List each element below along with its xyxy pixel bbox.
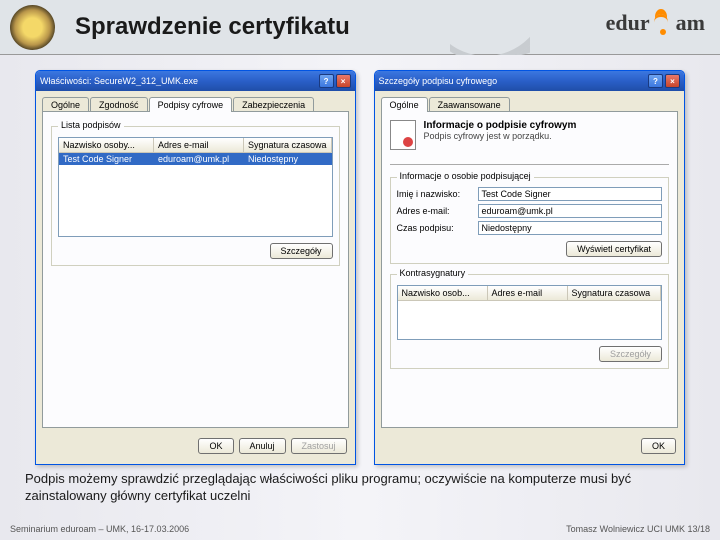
email-value: eduroam@umk.pl xyxy=(478,204,662,218)
help-button[interactable]: ? xyxy=(319,74,334,88)
slide-title: Sprawdzenie certyfikatu xyxy=(75,13,350,41)
file-properties-dialog: Właściwości: SecureW2_312_UMK.exe ? × Og… xyxy=(35,70,356,465)
time-value: Niedostępny xyxy=(478,221,662,235)
email-label: Adres e-mail: xyxy=(397,206,472,216)
column-header[interactable]: Nazwisko osob... xyxy=(398,286,488,300)
ok-button[interactable]: OK xyxy=(641,438,676,454)
tab-strip: Ogólne Zgodność Podpisy cyfrowe Zabezpie… xyxy=(42,97,349,112)
tab-general[interactable]: Ogólne xyxy=(381,97,428,112)
column-header[interactable]: Adres e-mail xyxy=(154,138,244,152)
details-button[interactable]: Szczegóły xyxy=(270,243,333,259)
certificate-icon xyxy=(390,120,416,150)
cancel-button[interactable]: Anuluj xyxy=(239,438,286,454)
signature-list-group: Lista podpisów Nazwisko osoby... Adres e… xyxy=(51,126,340,266)
decorative-arcs xyxy=(450,0,530,55)
tab-security[interactable]: Zabezpieczenia xyxy=(233,97,314,112)
slide-header: Sprawdzenie certyfikatu eduram xyxy=(0,0,720,55)
signature-details-dialog: Szczegóły podpisu cyfrowego ? × Ogólne Z… xyxy=(374,70,685,465)
info-title: Informacje o podpisie cyfrowym xyxy=(424,120,669,131)
info-subtitle: Podpis cyfrowy jest w porządku. xyxy=(424,131,669,141)
close-button[interactable]: × xyxy=(665,74,680,88)
university-logo-icon xyxy=(10,5,55,50)
time-label: Czas podpisu: xyxy=(397,223,472,233)
help-button[interactable]: ? xyxy=(648,74,663,88)
group-label: Lista podpisów xyxy=(58,120,124,130)
column-header[interactable]: Nazwisko osoby... xyxy=(59,138,154,152)
footer-right: Tomasz Wolniewicz UCI UMK 13/18 xyxy=(566,524,710,534)
window-title: Właściwości: SecureW2_312_UMK.exe xyxy=(40,76,319,86)
tab-compat[interactable]: Zgodność xyxy=(90,97,148,112)
signer-info-group: Informacje o osobie podpisującej Imię i … xyxy=(390,177,669,264)
window-title: Szczegóły podpisu cyfrowego xyxy=(379,76,648,86)
tab-signatures[interactable]: Podpisy cyfrowe xyxy=(149,97,233,112)
countersign-listview[interactable]: Nazwisko osob... Adres e-mail Sygnatura … xyxy=(397,285,662,340)
ok-button[interactable]: OK xyxy=(198,438,233,454)
signature-info-header: Informacje o podpisie cyfrowym Podpis cy… xyxy=(390,120,669,150)
name-value: Test Code Signer xyxy=(478,187,662,201)
counter-details-button[interactable]: Szczegóły xyxy=(599,346,662,362)
countersignatures-group: Kontrasygnatury Nazwisko osob... Adres e… xyxy=(390,274,669,369)
group-label: Kontrasygnatury xyxy=(397,268,469,278)
slide-footer: Seminarium eduroam – UMK, 16-17.03.2006 … xyxy=(10,524,710,534)
footer-left: Seminarium eduroam – UMK, 16-17.03.2006 xyxy=(10,524,189,534)
name-label: Imię i nazwisko: xyxy=(397,189,472,199)
eduroam-logo: eduram xyxy=(606,10,705,37)
titlebar: Właściwości: SecureW2_312_UMK.exe ? × xyxy=(36,71,355,91)
column-header[interactable]: Sygnatura czasowa xyxy=(568,286,661,300)
close-button[interactable]: × xyxy=(336,74,351,88)
tab-advanced[interactable]: Zaawansowane xyxy=(429,97,510,112)
apply-button[interactable]: Zastosuj xyxy=(291,438,347,454)
group-label: Informacje o osobie podpisującej xyxy=(397,171,534,181)
titlebar: Szczegóły podpisu cyfrowego ? × xyxy=(375,71,684,91)
view-certificate-button[interactable]: Wyświetl certyfikat xyxy=(566,241,662,257)
tab-general[interactable]: Ogólne xyxy=(42,97,89,112)
slide-description: Podpis możemy sprawdzić przeglądając wła… xyxy=(25,470,695,505)
column-header[interactable]: Sygnatura czasowa xyxy=(244,138,332,152)
column-header[interactable]: Adres e-mail xyxy=(488,286,568,300)
list-row[interactable]: Test Code Signer eduroam@umk.pl Niedostę… xyxy=(59,153,332,165)
wifi-icon xyxy=(648,12,678,37)
signature-listview[interactable]: Nazwisko osoby... Adres e-mail Sygnatura… xyxy=(58,137,333,237)
